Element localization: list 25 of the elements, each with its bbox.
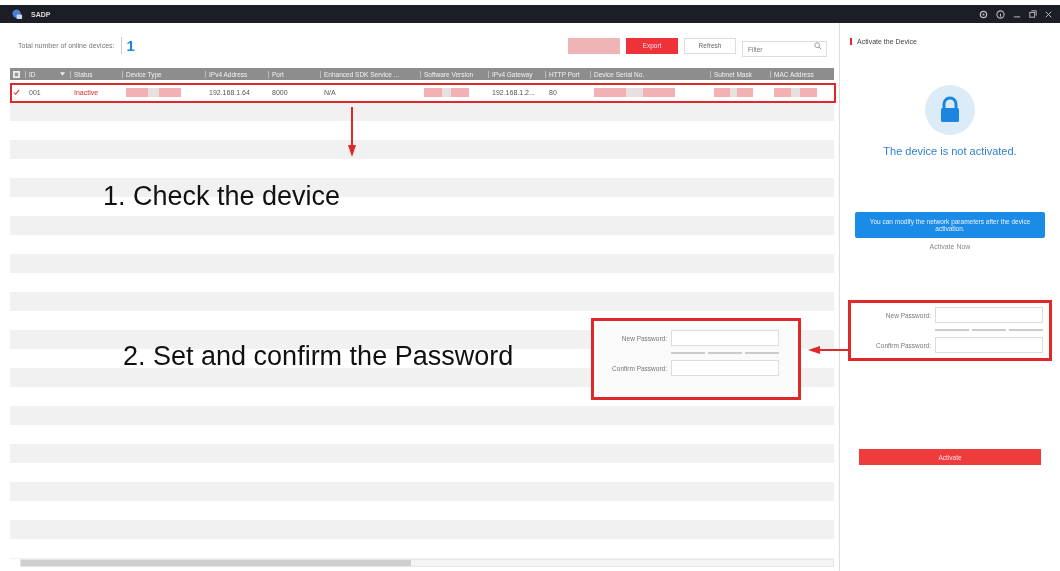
close-icon[interactable] xyxy=(1045,10,1052,18)
row-checkbox[interactable] xyxy=(13,89,20,96)
info-icon[interactable] xyxy=(996,9,1005,19)
sort-icon[interactable] xyxy=(60,72,65,76)
app-logo-icon xyxy=(12,8,23,20)
confirm-password-field[interactable] xyxy=(935,337,1043,353)
device-count: 1 xyxy=(120,37,135,54)
redacted-block xyxy=(424,88,469,97)
lock-icon xyxy=(925,85,975,135)
status-message: The device is not activated. xyxy=(883,145,1017,157)
settings-icon[interactable] xyxy=(979,9,988,19)
down-arrow xyxy=(347,107,357,157)
search-icon xyxy=(814,41,822,50)
password-field[interactable] xyxy=(671,330,779,346)
step-instruction: 1. Check the device xyxy=(103,181,341,212)
redacted-block xyxy=(126,88,182,97)
redacted-block xyxy=(774,88,817,97)
confirm-password-field[interactable] xyxy=(671,360,779,376)
select-all-checkbox[interactable] xyxy=(13,70,20,78)
redacted-block xyxy=(714,88,754,97)
step-instruction: 2. Set and confirm the Password xyxy=(123,341,514,372)
password-field[interactable] xyxy=(935,307,1043,323)
restore-icon[interactable] xyxy=(1029,10,1037,18)
toolbar-button[interactable] xyxy=(568,37,620,54)
horizontal-scrollbar[interactable] xyxy=(20,559,834,567)
